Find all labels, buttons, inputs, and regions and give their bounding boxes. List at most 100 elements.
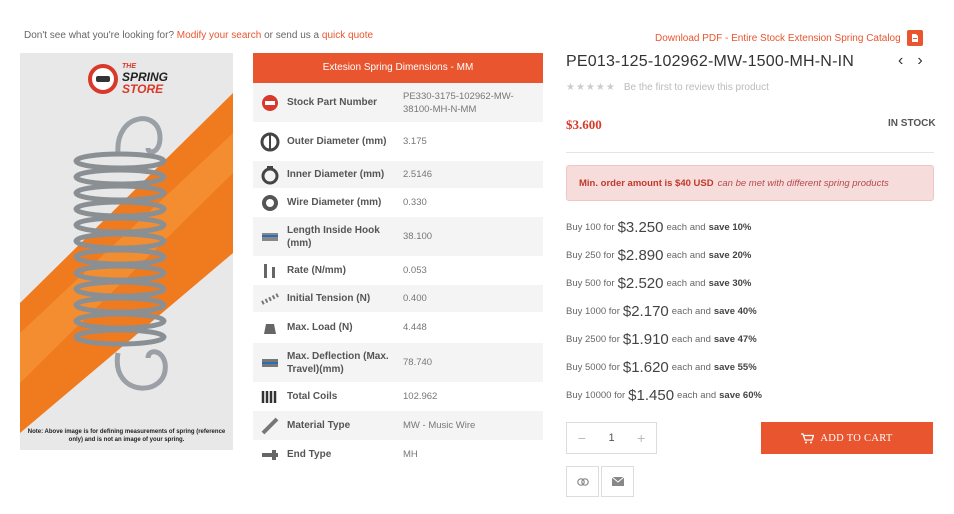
part-number-icon xyxy=(253,93,287,113)
dimension-label: Max. Deflection (Max. Travel)(mm) xyxy=(287,350,389,375)
dimension-row: Max. Deflection (Max. Travel)(mm) 78.740 xyxy=(253,343,543,383)
email-button[interactable] xyxy=(601,466,634,497)
initial-tension-icon xyxy=(253,289,287,309)
min-order-notice: Min. order amount is $40 USD can be met … xyxy=(566,165,934,201)
search-hint-middle: or send us a xyxy=(264,30,320,41)
next-product-icon[interactable]: › xyxy=(917,52,922,70)
total-coils-icon xyxy=(253,387,287,407)
max-load-icon xyxy=(253,318,287,338)
price-tier: Buy 5000 for $1.620 each and save 55% xyxy=(566,353,934,381)
dimension-row: End Type MH xyxy=(253,441,543,469)
add-to-cart-button[interactable]: ADD TO CART xyxy=(761,422,933,454)
review-link[interactable]: Be the first to review this product xyxy=(624,82,769,93)
inner-diameter-icon xyxy=(253,165,287,185)
quantity-stepper[interactable]: − 1 + xyxy=(566,422,657,454)
search-hint: Don't see what you're looking for? Modif… xyxy=(24,30,373,41)
tier-each: each and xyxy=(671,305,711,317)
dimension-value: 0.053 xyxy=(403,265,427,276)
price-tier: Buy 2500 for $1.910 each and save 47% xyxy=(566,325,934,353)
tier-price: $3.250 xyxy=(617,218,664,236)
dimension-label: Material Type xyxy=(287,420,351,431)
dimension-value: 38.100 xyxy=(403,231,433,242)
divider xyxy=(566,152,934,153)
tier-price: $2.520 xyxy=(617,274,664,292)
logo-store: STORE xyxy=(122,82,164,96)
quantity-input[interactable]: 1 xyxy=(597,432,627,444)
tier-each: each and xyxy=(671,333,711,345)
material-type-icon xyxy=(253,416,287,436)
tier-savings: save 55% xyxy=(713,361,757,373)
add-to-cart-label: ADD TO CART xyxy=(820,432,893,444)
price-tier: Buy 10000 for $1.450 each and save 60% xyxy=(566,381,934,409)
dimension-value: PE330-3175-102962-MW-38100-MH-N-MM xyxy=(403,90,514,115)
compare-button[interactable] xyxy=(566,466,599,497)
stock-status: IN STOCK xyxy=(888,118,936,129)
tier-each: each and xyxy=(666,249,706,261)
dimension-label: Outer Diameter (mm) xyxy=(287,136,387,147)
dimension-value: 78.740 xyxy=(403,357,433,368)
tier-quantity: Buy 500 for xyxy=(566,277,615,289)
dimension-value: MW - Music Wire xyxy=(403,420,476,431)
rate-icon xyxy=(253,261,287,281)
download-catalog-link[interactable]: Download PDF - Entire Stock Extension Sp… xyxy=(655,30,923,46)
tier-price: $2.170 xyxy=(622,302,669,320)
tier-savings: save 40% xyxy=(713,305,757,317)
increase-quantity-button[interactable]: + xyxy=(626,430,656,446)
dimensions-header: Extesion Spring Dimensions - MM xyxy=(253,53,543,83)
quick-quote-link[interactable]: quick quote xyxy=(322,30,373,41)
dimension-row: Inner Diameter (mm) 2.5146 xyxy=(253,161,543,189)
tier-price: $1.620 xyxy=(622,358,669,376)
dimension-row: Length Inside Hook (mm) 38.100 xyxy=(253,217,543,257)
cart-icon xyxy=(801,432,815,443)
dimensions-table: Extesion Spring Dimensions - MM Stock Pa… xyxy=(253,53,543,469)
tier-savings: save 10% xyxy=(708,221,752,233)
dimension-label: Wire Diameter (mm) xyxy=(287,197,382,208)
min-order-amount: Min. order amount is $40 USD xyxy=(579,177,714,189)
dimension-row: Max. Load (N) 4.448 xyxy=(253,313,543,343)
search-hint-prefix: Don't see what you're looking for? xyxy=(24,30,175,41)
tier-each: each and xyxy=(666,277,706,289)
spring-store-logo: THE SPRING STORE xyxy=(88,63,168,95)
dimension-value: 0.400 xyxy=(403,293,427,304)
rating: ★★★★★ Be the first to review this produc… xyxy=(566,82,769,93)
dimension-value: 0.330 xyxy=(403,197,427,208)
end-type-icon xyxy=(253,445,287,465)
pdf-icon[interactable] xyxy=(906,30,923,46)
wire-diameter-icon xyxy=(253,193,287,213)
dimension-row: Initial Tension (N) 0.400 xyxy=(253,285,543,313)
tier-price: $2.890 xyxy=(617,246,664,264)
tier-quantity: Buy 1000 for xyxy=(566,305,620,317)
rating-stars-icon: ★★★★★ xyxy=(566,82,616,93)
min-order-note: can be met with different spring product… xyxy=(717,177,889,189)
product-nav: ‹ › xyxy=(898,52,923,70)
tier-quantity: Buy 100 for xyxy=(566,221,615,233)
dimension-row: Material Type MW - Music Wire xyxy=(253,411,543,441)
logo-mark xyxy=(88,64,118,94)
dimension-row: Stock Part Number PE330-3175-102962-MW-38… xyxy=(253,83,543,123)
tier-each: each and xyxy=(666,221,706,233)
dimension-label: Rate (N/mm) xyxy=(287,265,346,276)
price-tier: Buy 250 for $2.890 each and save 20% xyxy=(566,241,934,269)
decrease-quantity-button[interactable]: − xyxy=(567,430,597,446)
max-deflection-icon xyxy=(253,353,287,373)
dimension-label: Length Inside Hook (mm) xyxy=(287,224,380,249)
tier-savings: save 20% xyxy=(708,249,752,261)
dimension-row: Rate (N/mm) 0.053 xyxy=(253,257,543,285)
product-title: PE013-125-102962-MW-1500-MH-N-IN xyxy=(566,53,854,70)
tier-quantity: Buy 2500 for xyxy=(566,333,620,345)
dimension-row: Wire Diameter (mm) 0.330 xyxy=(253,189,543,217)
tier-savings: save 47% xyxy=(713,333,757,345)
dimension-value: 3.175 xyxy=(403,136,427,147)
dimension-row: Total Coils 102.962 xyxy=(253,383,543,411)
download-catalog-label: Download PDF - Entire Stock Extension Sp… xyxy=(655,32,901,44)
image-note: Note: Above image is for defining measur… xyxy=(27,429,226,443)
dimension-value: MH xyxy=(403,449,418,460)
previous-product-icon[interactable]: ‹ xyxy=(898,52,903,70)
spring-illustration xyxy=(20,93,233,433)
price-tier: Buy 500 for $2.520 each and save 30% xyxy=(566,269,934,297)
modify-search-link[interactable]: Modify your search xyxy=(177,30,261,41)
price-tier: Buy 1000 for $2.170 each and save 40% xyxy=(566,297,934,325)
dimension-label: End Type xyxy=(287,449,332,460)
outer-diameter-icon xyxy=(253,132,287,152)
tier-savings: save 30% xyxy=(708,277,752,289)
